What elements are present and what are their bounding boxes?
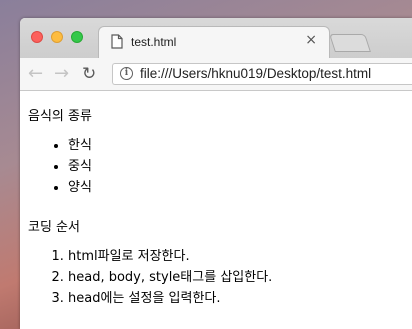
list-item: head에는 설정을 입력한다. <box>68 288 272 309</box>
window-maximize-button[interactable] <box>71 31 83 43</box>
list-item: html파일로 저장한다. <box>68 246 272 267</box>
tab-test-html[interactable]: test.html × <box>98 26 330 58</box>
tab-bar: test.html × <box>20 18 412 58</box>
new-tab-button[interactable] <box>329 34 371 52</box>
list-item: 중식 <box>68 156 92 177</box>
list-item: 양식 <box>68 177 92 198</box>
tab-title: test.html <box>131 35 177 49</box>
list-item: head, body, style태그를 삽입한다. <box>68 267 272 288</box>
forward-icon[interactable]: → <box>54 64 69 84</box>
list-item: 한식 <box>68 135 92 156</box>
food-list: 한식 중식 양식 <box>28 135 92 198</box>
url-text[interactable]: file:///Users/hknu019/Desktop/test.html <box>140 66 371 81</box>
document-icon <box>111 34 123 53</box>
info-icon[interactable]: i <box>120 67 133 80</box>
address-bar[interactable]: i file:///Users/hknu019/Desktop/test.htm… <box>112 63 412 85</box>
back-icon[interactable]: ← <box>28 64 43 84</box>
window-close-button[interactable] <box>31 31 43 43</box>
page-content: 음식의 종류 한식 중식 양식 코딩 순서 html파일로 저장한다. head… <box>20 91 412 329</box>
tab-close-icon[interactable]: × <box>305 32 317 48</box>
reload-icon[interactable]: ↻ <box>82 64 96 84</box>
coding-order-heading: 코딩 순서 <box>28 220 80 235</box>
steps-list: html파일로 저장한다. head, body, style태그를 삽입한다.… <box>28 246 272 309</box>
toolbar: ← → ↻ i file:///Users/hknu019/Desktop/te… <box>20 58 412 91</box>
food-types-heading: 음식의 종류 <box>28 109 92 124</box>
window-minimize-button[interactable] <box>51 31 63 43</box>
browser-window: test.html × ← → ↻ i file:///Users/hknu01… <box>20 18 412 329</box>
